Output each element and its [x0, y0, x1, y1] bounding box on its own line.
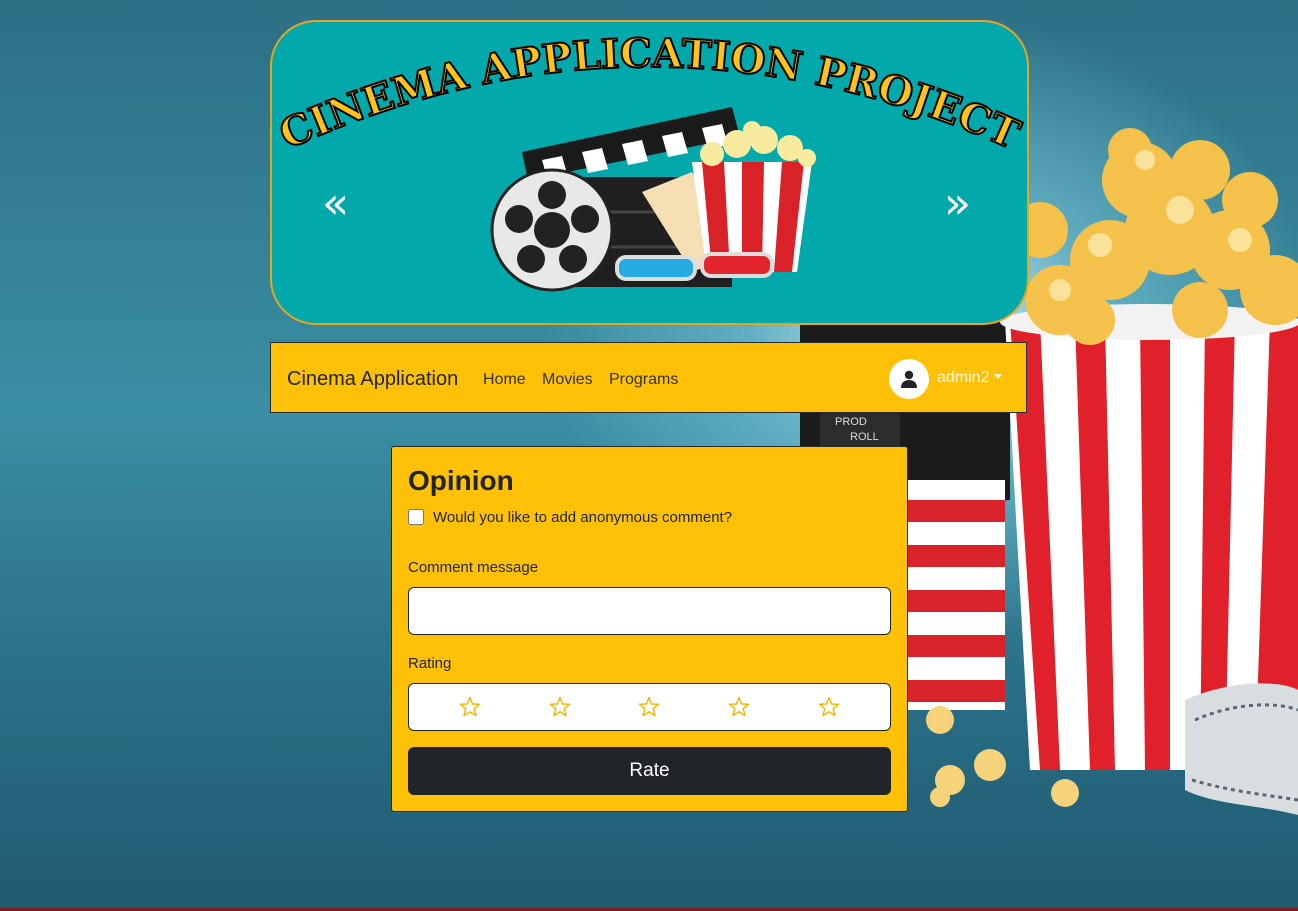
navbar: Cinema Application Home Movies Programs … — [270, 342, 1027, 413]
opinion-title: Opinion — [408, 465, 514, 496]
star-1-icon[interactable] — [458, 695, 482, 719]
nav-link-movies[interactable]: Movies — [542, 371, 593, 389]
avatar[interactable] — [889, 359, 929, 399]
nav-link-home[interactable]: Home — [483, 371, 526, 389]
username: admin2 — [937, 369, 990, 386]
anonymous-label: Would you like to add anonymous comment? — [433, 509, 733, 526]
comment-input[interactable] — [408, 587, 891, 635]
carousel-next-button[interactable]: » — [944, 182, 971, 226]
opinion-card: Opinion Would you like to add anonymous … — [391, 446, 908, 812]
anonymous-checkbox[interactable] — [408, 509, 424, 525]
star-4-icon[interactable] — [727, 695, 751, 719]
svg-text:PROD: PROD — [835, 416, 867, 428]
navbar-brand[interactable]: Cinema Application — [287, 368, 458, 391]
svg-text:ROLL: ROLL — [850, 431, 879, 443]
carousel-prev-button[interactable]: « — [322, 182, 349, 226]
star-2-icon[interactable] — [548, 695, 572, 719]
rating-stars — [408, 683, 891, 731]
rate-button[interactable]: Rate — [408, 747, 891, 795]
caret-down-icon — [994, 374, 1003, 379]
rating-label: Rating — [408, 655, 452, 672]
user-menu-dropdown[interactable]: admin2 — [937, 369, 1003, 387]
nav-link-programs[interactable]: Programs — [609, 371, 678, 389]
star-5-icon[interactable] — [817, 695, 841, 719]
star-3-icon[interactable] — [637, 695, 661, 719]
cinema-banner-image: CINEMA APPLICATION PROJECT — [272, 29, 1027, 292]
user-icon — [901, 370, 917, 388]
comment-label: Comment message — [408, 559, 539, 576]
banner-carousel: CINEMA APPLICATION PROJECT « » — [270, 20, 1029, 325]
